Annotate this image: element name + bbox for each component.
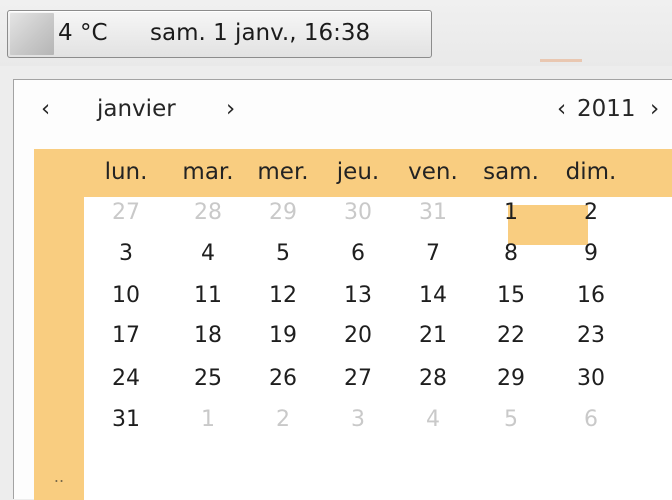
calendar-nav: ‹ janvier › ‹ 2011 › bbox=[14, 80, 672, 146]
weather-icon[interactable] bbox=[10, 13, 54, 55]
day-cell[interactable]: 3 bbox=[87, 239, 165, 269]
day-cell[interactable]: 28 bbox=[394, 364, 472, 394]
day-cell[interactable]: 5 bbox=[472, 405, 550, 435]
day-cell[interactable]: 19 bbox=[244, 321, 322, 351]
day-cell[interactable]: 4 bbox=[394, 405, 472, 435]
calendar-popup: ‹ janvier › ‹ 2011 › .. lun. mar. mer. jeu.… bbox=[13, 79, 672, 500]
weekday-header-2: mer. bbox=[257, 159, 309, 185]
day-cell[interactable]: 30 bbox=[552, 364, 630, 394]
weekday-header-3: jeu. bbox=[336, 159, 380, 185]
weekday-header-6: dim. bbox=[565, 159, 617, 185]
top-panel: 4 °C sam. 1 janv., 16:38 bbox=[0, 0, 672, 66]
day-cell[interactable]: 7 bbox=[394, 239, 472, 269]
day-cell[interactable]: 25 bbox=[169, 364, 247, 394]
day-cell[interactable]: 18 bbox=[169, 321, 247, 351]
day-cell[interactable]: 12 bbox=[244, 281, 322, 311]
day-cell[interactable]: 11 bbox=[169, 281, 247, 311]
day-cell[interactable]: 16 bbox=[552, 281, 630, 311]
day-cell[interactable]: 14 bbox=[394, 281, 472, 311]
day-cell[interactable]: 6 bbox=[319, 239, 397, 269]
prev-month-button[interactable]: ‹ bbox=[41, 94, 50, 124]
weekday-header-1: mar. bbox=[182, 159, 234, 185]
day-cell[interactable]: 8 bbox=[472, 239, 550, 269]
day-cell[interactable]: 17 bbox=[87, 321, 165, 351]
day-cell[interactable]: 22 bbox=[472, 321, 550, 351]
day-cell[interactable]: 4 bbox=[169, 239, 247, 269]
day-cell[interactable]: 15 bbox=[472, 281, 550, 311]
day-cell[interactable]: 2 bbox=[552, 198, 630, 228]
day-cell[interactable]: 1 bbox=[472, 198, 550, 228]
day-cell[interactable]: 3 bbox=[319, 405, 397, 435]
day-cell[interactable]: 1 bbox=[169, 405, 247, 435]
day-cell[interactable]: 24 bbox=[87, 364, 165, 394]
prev-year-button[interactable]: ‹ bbox=[557, 94, 566, 124]
day-cell[interactable]: 31 bbox=[394, 198, 472, 228]
day-cell[interactable]: 2 bbox=[244, 405, 322, 435]
week-number-column: .. bbox=[34, 149, 84, 500]
day-cell[interactable]: 5 bbox=[244, 239, 322, 269]
day-cell[interactable]: 13 bbox=[319, 281, 397, 311]
day-cell[interactable]: 29 bbox=[472, 364, 550, 394]
calendar-grid: .. lun. mar. mer. jeu. ven. sam. dim. 27 28 29 30 3… bbox=[34, 149, 672, 500]
next-year-button[interactable]: › bbox=[650, 94, 659, 124]
day-cell[interactable]: 10 bbox=[87, 281, 165, 311]
week-marker: .. bbox=[53, 467, 65, 486]
day-cell[interactable]: 23 bbox=[552, 321, 630, 351]
next-month-button[interactable]: › bbox=[226, 94, 235, 124]
day-cell[interactable]: 27 bbox=[87, 198, 165, 228]
day-cell[interactable]: 29 bbox=[244, 198, 322, 228]
day-cell[interactable]: 28 bbox=[169, 198, 247, 228]
weekday-header-5: sam. bbox=[483, 159, 539, 185]
date-time-label: sam. 1 janv., 16:38 bbox=[150, 20, 371, 46]
day-cell[interactable]: 20 bbox=[319, 321, 397, 351]
day-cell[interactable]: 6 bbox=[552, 405, 630, 435]
year-label: 2011 bbox=[577, 96, 636, 122]
day-cell[interactable]: 30 bbox=[319, 198, 397, 228]
weekday-header-0: lun. bbox=[104, 159, 148, 185]
day-cell[interactable]: 9 bbox=[552, 239, 630, 269]
panel-decoration bbox=[540, 59, 582, 62]
month-label: janvier bbox=[97, 96, 176, 122]
clock-applet[interactable]: 4 °C sam. 1 janv., 16:38 bbox=[7, 10, 432, 58]
weekday-header-4: ven. bbox=[408, 159, 458, 185]
temperature-label: 4 °C bbox=[58, 20, 108, 46]
day-cell[interactable]: 27 bbox=[319, 364, 397, 394]
day-cell[interactable]: 31 bbox=[87, 405, 165, 435]
day-cell[interactable]: 21 bbox=[394, 321, 472, 351]
day-cell[interactable]: 26 bbox=[244, 364, 322, 394]
